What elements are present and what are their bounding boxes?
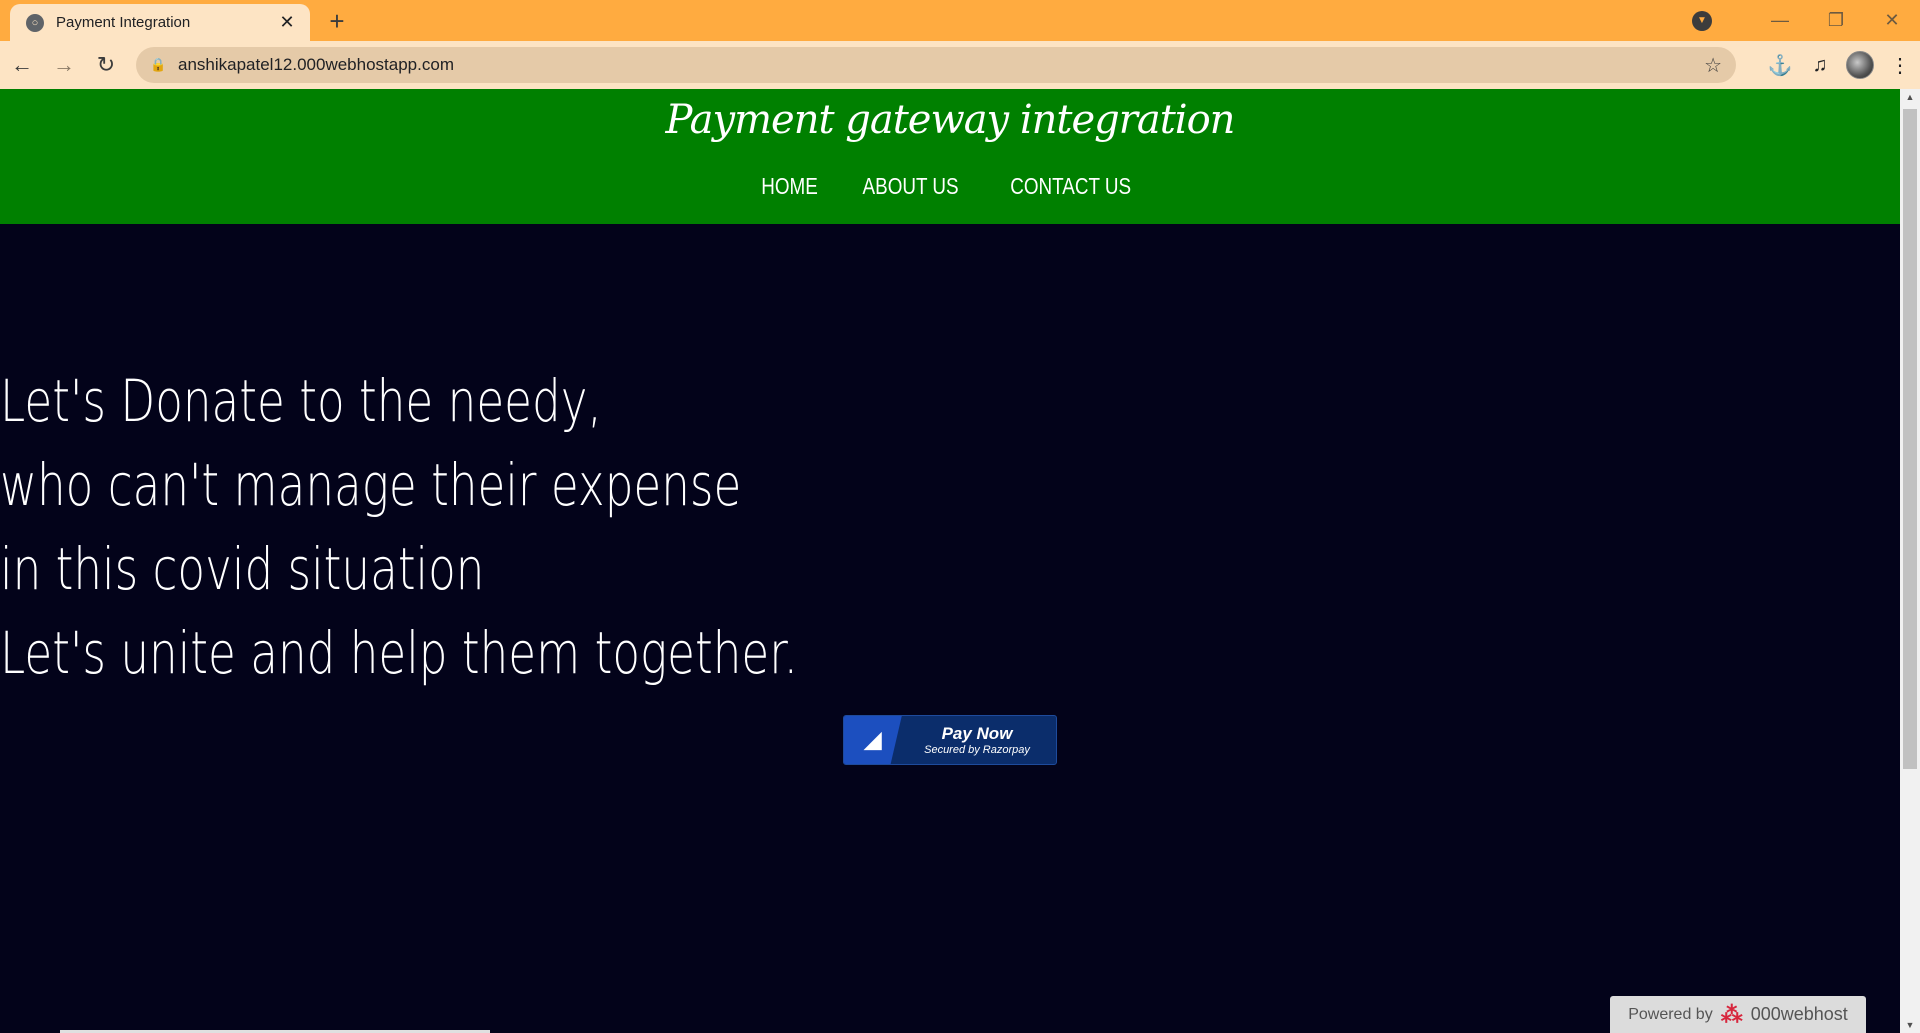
new-tab-button[interactable]: + <box>322 6 352 37</box>
nav-about-link[interactable]: ABOUT US <box>863 173 959 200</box>
000webhost-logo-icon: ⁂ <box>1720 1001 1743 1027</box>
site-nav: HOME ABOUT US CONTACT US <box>0 173 1900 200</box>
restore-icon[interactable]: ❐ <box>1808 10 1864 31</box>
lock-icon[interactable]: 🔒 <box>150 57 166 73</box>
address-bar[interactable]: 🔒 anshikapatel12.000webhostapp.com ☆ <box>136 47 1736 83</box>
hero-line: in this covid situation <box>0 535 485 603</box>
vertical-scrollbar[interactable]: ▲ ▼ <box>1900 89 1920 1033</box>
url-text[interactable]: anshikapatel12.000webhostapp.com <box>178 55 454 75</box>
close-window-icon[interactable]: ✕ <box>1864 10 1920 31</box>
powered-by-label: Powered by <box>1628 1005 1713 1023</box>
browser-toolbar: ← → ↻ 🔒 anshikapatel12.000webhostapp.com… <box>0 41 1920 89</box>
tab-title: Payment Integration <box>56 14 191 31</box>
tab-strip: ○ Payment Integration ✕ + ▼ — ❐ ✕ <box>0 0 1920 41</box>
page-viewport: Payment gateway integration HOME ABOUT U… <box>0 89 1900 1033</box>
hero-text: Let's Donate to the needy, who can't man… <box>0 359 1200 695</box>
hero-line: Let's unite and help them together. <box>0 619 799 687</box>
menu-icon[interactable]: ⋮ <box>1880 53 1920 78</box>
pay-now-button[interactable]: ◢ Pay Now Secured by Razorpay <box>843 715 1057 765</box>
scrollbar-thumb[interactable] <box>1903 109 1917 769</box>
minimize-icon[interactable]: — <box>1752 10 1808 31</box>
nav-contact-link[interactable]: CONTACT US <box>1011 173 1132 200</box>
bookmark-star-icon[interactable]: ☆ <box>1704 53 1722 78</box>
media-control-icon[interactable]: ♫ <box>1800 54 1840 77</box>
pay-button-sublabel: Secured by Razorpay <box>924 744 1030 756</box>
pay-button-text: Pay Now Secured by Razorpay <box>898 724 1056 756</box>
powered-by-badge[interactable]: Powered by ⁂ 000webhost <box>1610 996 1866 1033</box>
scroll-up-icon[interactable]: ▲ <box>1900 89 1920 105</box>
extensions-icon[interactable]: ⚓ <box>1760 53 1800 78</box>
site-title: Payment gateway integration <box>665 97 1236 143</box>
pay-button-label: Pay Now <box>941 724 1013 743</box>
powered-by-brand: 000webhost <box>1750 1004 1848 1024</box>
hero-line: who can't manage their expense <box>0 451 742 519</box>
forward-icon[interactable]: → <box>44 45 84 85</box>
reload-icon[interactable]: ↻ <box>86 45 126 85</box>
hero-line: Let's Donate to the needy, <box>0 367 602 435</box>
razorpay-logo-icon: ◢ <box>844 716 902 764</box>
toolbar-actions: ⚓ ♫ ⋮ <box>1760 41 1920 89</box>
close-icon[interactable]: ✕ <box>276 12 298 33</box>
nav-home-link[interactable]: HOME <box>761 173 818 200</box>
tab-search-icon[interactable]: ▼ <box>1692 10 1712 31</box>
back-icon[interactable]: ← <box>2 45 42 85</box>
globe-icon: ○ <box>26 13 44 32</box>
browser-tab[interactable]: ○ Payment Integration ✕ <box>10 4 310 41</box>
scroll-down-icon[interactable]: ▼ <box>1900 1017 1920 1033</box>
site-header: Payment gateway integration HOME ABOUT U… <box>0 89 1900 224</box>
profile-avatar[interactable] <box>1846 51 1874 79</box>
window-controls: ▼ — ❐ ✕ <box>1692 0 1920 41</box>
